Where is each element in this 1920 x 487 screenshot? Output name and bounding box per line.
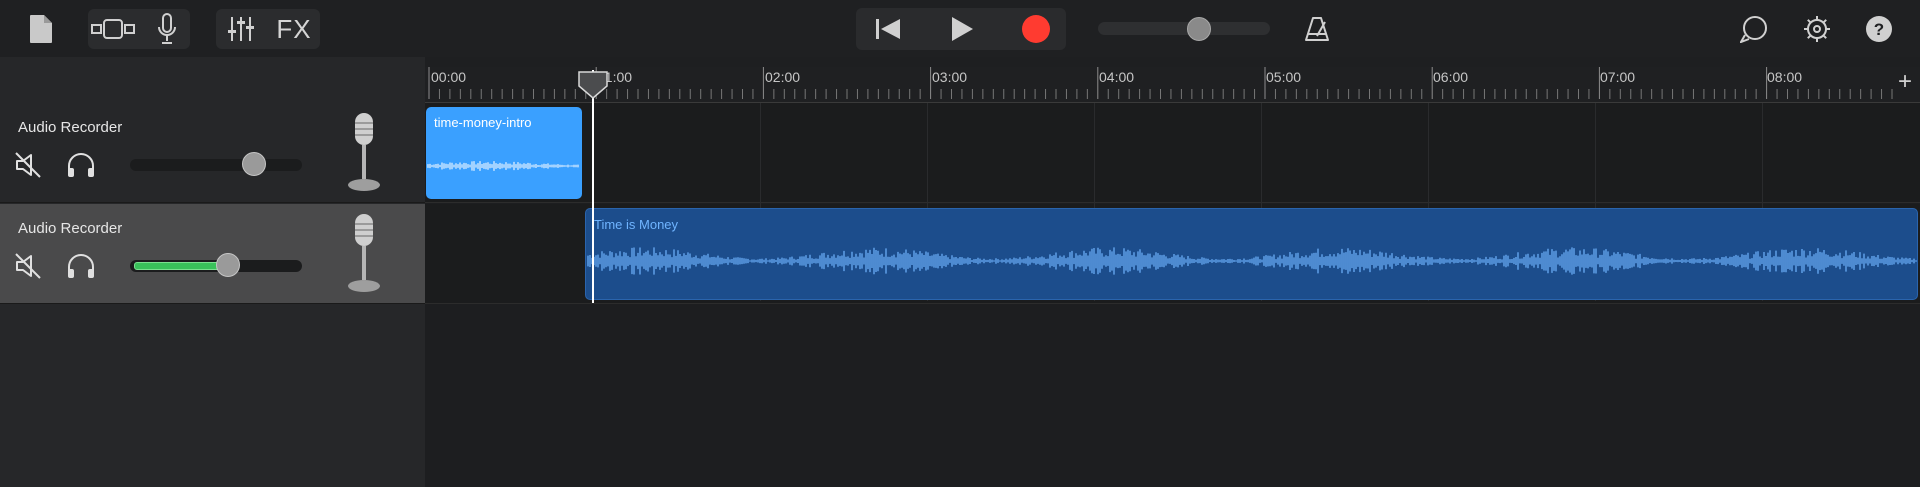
settings-gear-icon[interactable] <box>1800 12 1834 46</box>
track-volume-slider[interactable] <box>130 159 302 171</box>
master-volume-slider[interactable] <box>1098 22 1270 35</box>
add-section-button[interactable]: + <box>1898 70 1912 94</box>
ruler-label-7: 07:00 <box>1600 69 1636 85</box>
help-icon[interactable]: ? <box>1862 12 1896 46</box>
mute-speaker-icon[interactable] <box>14 151 42 184</box>
headphones-icon[interactable] <box>66 252 96 285</box>
headphones-icon[interactable] <box>66 151 96 184</box>
ruler-ticks <box>428 67 1893 99</box>
ruler-label-5: 05:00 <box>1266 69 1302 85</box>
ruler-label-0: 00:00 <box>431 69 467 85</box>
mute-speaker-icon[interactable] <box>14 252 42 285</box>
track-lane-1[interactable] <box>425 103 1920 203</box>
garageband-app: FX ? Audio Recorder Audio Recorder 00:00… <box>0 0 1920 487</box>
record-icon[interactable] <box>1016 12 1056 46</box>
mixer-sliders-icon[interactable] <box>224 12 258 46</box>
playhead[interactable] <box>592 70 594 303</box>
track-header-2[interactable]: Audio Recorder <box>0 204 425 304</box>
track-header-1[interactable]: Audio Recorder <box>0 103 425 203</box>
ruler-label-4: 04:00 <box>1099 69 1135 85</box>
waveform-path <box>587 247 1917 275</box>
ruler-label-6: 06:00 <box>1433 69 1469 85</box>
ruler-label-8: 08:00 <box>1767 69 1803 85</box>
audio-region-main[interactable]: Time is Money <box>585 208 1918 300</box>
track-name: Audio Recorder <box>18 119 123 136</box>
svg-text:?: ? <box>1874 20 1884 39</box>
region-waveform <box>587 247 1917 275</box>
track-name: Audio Recorder <box>18 220 123 237</box>
region-name: time-money-intro <box>434 115 532 130</box>
document-icon[interactable] <box>24 12 58 46</box>
master-volume-knob[interactable] <box>1186 17 1211 41</box>
microphone-track-icon <box>344 111 384 200</box>
microphone-track-icon <box>344 212 384 301</box>
metronome-icon[interactable] <box>1300 12 1334 46</box>
toolbar: FX ? <box>0 0 1920 57</box>
loop-browser-icon[interactable] <box>1738 12 1772 46</box>
tracks-view-icon[interactable] <box>90 12 136 46</box>
track-level-meter <box>134 262 225 270</box>
play-icon[interactable] <box>942 12 982 46</box>
track-headers: Audio Recorder Audio Recorder <box>0 57 425 487</box>
microphone-icon[interactable] <box>150 12 184 46</box>
playhead-handle[interactable] <box>577 70 609 100</box>
ruler-label-3: 03:00 <box>932 69 968 85</box>
tracks-area: time-money-intro Time is Money <box>425 103 1920 487</box>
track-volume-knob[interactable] <box>215 253 240 277</box>
waveform-path <box>427 161 579 171</box>
timeline-ruler[interactable]: 00:00 01:00 02:00 03:00 04:00 05:00 06:0… <box>425 67 1920 103</box>
track-volume-knob[interactable] <box>242 152 267 176</box>
fx-button[interactable]: FX <box>272 10 316 48</box>
audio-region-intro[interactable]: time-money-intro <box>426 107 582 199</box>
ruler-label-2: 02:00 <box>765 69 801 85</box>
go-to-beginning-icon[interactable] <box>868 12 908 46</box>
region-name: Time is Money <box>594 217 679 232</box>
region-waveform <box>427 161 579 171</box>
